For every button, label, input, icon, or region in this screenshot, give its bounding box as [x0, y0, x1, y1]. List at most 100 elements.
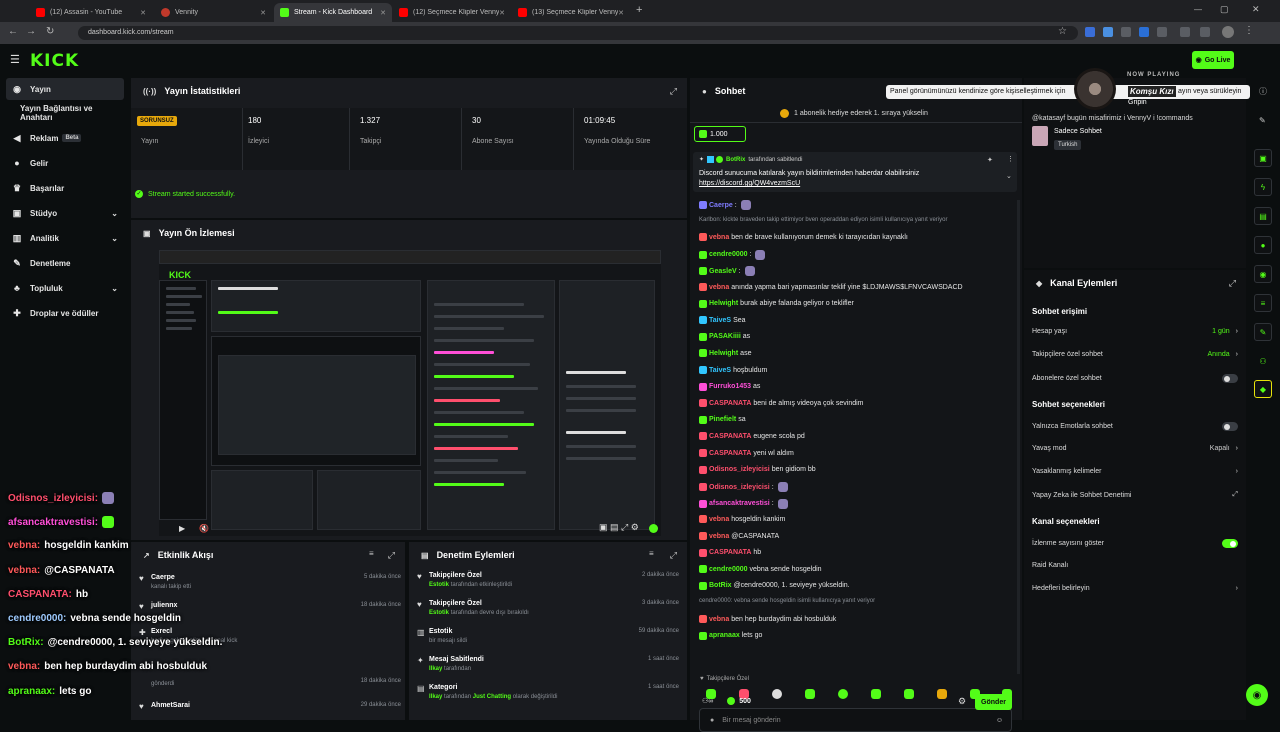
expand-icon[interactable]: ⤢ [670, 86, 677, 97]
chat-message[interactable]: Caerpe: [699, 200, 751, 210]
url-input[interactable]: dashboard.kick.com/stream [78, 26, 1078, 40]
sidepanel-icon[interactable] [1180, 27, 1190, 37]
chat-username[interactable]: vebna [709, 284, 729, 291]
sidebar-item-basarilar[interactable]: ♛ Başarılar [6, 177, 124, 199]
chat-input[interactable]: ● Bir mesaj gönderin ☺ [699, 708, 1012, 732]
kick-logo[interactable]: KICK [30, 51, 79, 71]
sidebar-item-analitik[interactable]: ▥ Analitik ⌄ [6, 227, 124, 249]
maximize-icon[interactable]: ▢ [1220, 4, 1229, 15]
chat-message[interactable]: GeasleV: [699, 266, 755, 277]
extension-icon[interactable] [1139, 27, 1149, 37]
emote-only-row[interactable]: Yalnızca Emotlarla sohbet [1032, 422, 1238, 431]
reload-icon[interactable]: ↻ [46, 26, 54, 37]
profile-avatar[interactable] [1222, 26, 1234, 38]
chat-username[interactable]: Odisnos_izleyicisi [709, 484, 770, 491]
extension-icon[interactable] [1103, 27, 1113, 37]
wrench-icon[interactable]: ✎ [1254, 323, 1272, 341]
close-icon[interactable]: ✕ [618, 9, 624, 17]
sidebar-item-reklam[interactable]: ◀ Reklam Beta [6, 127, 124, 149]
more-icon[interactable]: ⋮ [1007, 155, 1014, 163]
filter-icon[interactable]: ≡ [649, 549, 654, 558]
chat-username[interactable]: TaiveS [709, 317, 731, 324]
subs-chat-toggle[interactable] [1222, 374, 1238, 383]
chat-message[interactable]: Pinefielt sa [699, 415, 746, 424]
screen-icon[interactable]: ▣ [1254, 149, 1272, 167]
emote-icon[interactable] [838, 689, 848, 699]
chat-message[interactable]: vebna anında yapma bari yapmasınlar tekli… [699, 283, 963, 291]
broadcast-icon[interactable]: ◉ [1254, 265, 1272, 283]
chat-message[interactable]: CASPANATA beni de almış videoya çok sevin… [699, 399, 864, 408]
hamburger-icon[interactable]: ☰ [10, 53, 20, 66]
chat-message[interactable]: cendre0000: [699, 249, 766, 260]
support-chat-button[interactable]: ◉ [1246, 684, 1268, 706]
expand-icon[interactable]: ⤢ [670, 550, 677, 561]
sidebar-item-denetleme[interactable]: ✎ Denetleme [6, 252, 124, 274]
browser-tab-active[interactable]: Stream - Kick Dashboard ✕ [274, 3, 392, 22]
filter-icon[interactable]: ≡ [369, 549, 374, 558]
unpin-icon[interactable]: ✦ [987, 156, 993, 164]
chat-message[interactable]: Odisnos_izleyicisi: [699, 482, 788, 493]
bookmark-star-icon[interactable]: ☆ [1058, 26, 1067, 37]
chat-username[interactable]: apranaax [709, 632, 740, 639]
chat-message[interactable]: Furruko1453 as [699, 382, 760, 391]
chat-message[interactable]: afsancaktravestisi: [699, 498, 788, 509]
followers-chat-row[interactable]: Takipçilere özel sohbet Anında › [1032, 351, 1238, 358]
puzzle-icon[interactable] [1157, 27, 1167, 37]
extension-icon[interactable] [1121, 27, 1131, 37]
banned-words-row[interactable]: Yasaklanmış kelimeler › [1032, 468, 1238, 475]
show-viewers-row[interactable]: İzlenme sayısını göster [1032, 539, 1238, 548]
category-name[interactable]: Sadece Sohbet [1054, 128, 1102, 135]
close-icon[interactable]: ✕ [380, 9, 386, 17]
chat-username[interactable]: afsancaktravestisi [709, 500, 770, 507]
chat-username[interactable]: vebna [709, 234, 729, 241]
emote-icon[interactable] [904, 689, 914, 699]
shield-icon[interactable]: ◆ [1254, 380, 1272, 398]
chat-message[interactable]: vebna hosgeldin kankim [699, 515, 785, 524]
browser-tab[interactable]: (12) Assasin - YouTube ✕ [30, 3, 152, 22]
account-age-row[interactable]: Hesap yaşı 1 gün › [1032, 328, 1238, 335]
chat-message[interactable]: cendre0000: vebna sende hosgeldin isimli… [699, 598, 875, 604]
sidebar-item-yayin[interactable]: ◉ Yayın [6, 78, 124, 100]
emote-icon[interactable] [871, 689, 881, 699]
chat-message[interactable]: Karlbon: kickte braveden takip ettimiyor… [699, 217, 947, 223]
sidebar-item-studyo[interactable]: ▣ Stüdyo ⌄ [6, 202, 124, 224]
chat-username[interactable]: TaiveS [709, 367, 731, 374]
chat-message[interactable]: vebna ben de brave kullanıyorum demek ki … [699, 233, 908, 242]
chat-username[interactable]: GeasleV [709, 268, 737, 275]
expand-icon[interactable]: ⤢ [388, 550, 395, 561]
settings-icon[interactable]: ⚙ [958, 696, 966, 707]
extension-icon[interactable] [1085, 27, 1095, 37]
emote-icon[interactable] [805, 689, 815, 699]
chat-message[interactable]: Helwight burak abiye falanda geliyor o te… [699, 299, 854, 308]
goals-row[interactable]: Hedefleri belirleyin › [1032, 585, 1238, 592]
chat-message[interactable]: TaiveS hoşbuldum [699, 366, 767, 374]
list-icon[interactable]: ≡ [1254, 294, 1272, 312]
pinned-link[interactable]: https://discord.gg/QW4vezmScU [699, 180, 800, 187]
show-viewers-toggle[interactable] [1222, 539, 1238, 548]
chat-username[interactable]: vebna [709, 516, 729, 523]
document-icon[interactable]: ▤ [1254, 207, 1272, 225]
emote-only-toggle[interactable] [1222, 422, 1238, 431]
chat-username[interactable]: cendre0000 [709, 251, 748, 258]
chat-message[interactable]: BotRix @cendre0000, 1. seviyeye yükseldin… [699, 581, 850, 590]
raid-row[interactable]: Raid Kanalı [1032, 562, 1238, 569]
sidebar-item-stream-key[interactable]: Yayın Bağlantısı ve Anahtarı [6, 102, 124, 124]
chat-username[interactable]: CASPANATA [709, 450, 751, 457]
download-icon[interactable] [1200, 27, 1210, 37]
go-live-button[interactable]: ◉ Go Live [1192, 51, 1234, 69]
chat-username[interactable]: Furruko1453 [709, 383, 751, 390]
chat-message[interactable]: apranaax lets go [699, 631, 762, 640]
browser-tab[interactable]: Vennity ✕ [155, 3, 272, 22]
chat-scrollbar[interactable] [1017, 200, 1020, 674]
chat-username[interactable]: Caerpe [709, 202, 733, 209]
chat-username[interactable]: Helwight [709, 350, 738, 357]
emoji-icon[interactable]: ☺ [996, 717, 1003, 724]
new-tab-icon[interactable]: + [636, 4, 642, 16]
goal-badge[interactable]: 1.000 [694, 126, 746, 142]
ai-moderation-row[interactable]: Yapay Zeka ile Sohbet Denetimi ⤢ [1032, 491, 1238, 499]
chat-message[interactable]: vebna @CASPANATA [699, 532, 779, 540]
chat-username[interactable]: PASAKiiii [709, 333, 741, 340]
chat-message[interactable]: TaiveS Sea [699, 316, 746, 325]
chat-message[interactable]: vebna ben hep burdaydim abi hosbulduk [699, 615, 836, 623]
chat-username[interactable]: Odisnos_izleyicisi [709, 466, 770, 473]
